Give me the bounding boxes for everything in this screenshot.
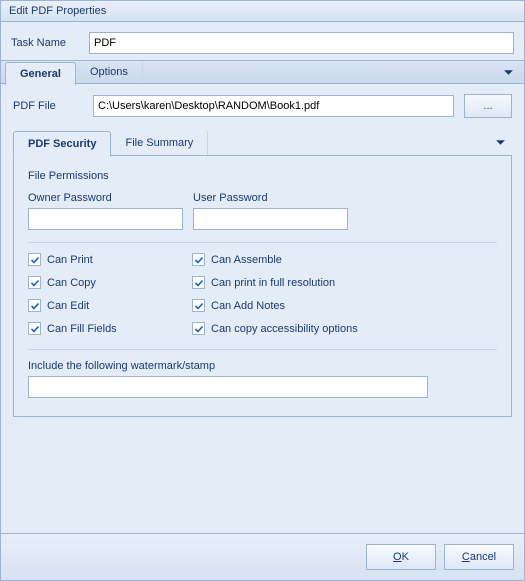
password-row: Owner Password User Password — [28, 192, 497, 230]
ok-button[interactable]: OK — [366, 544, 436, 570]
watermark-label: Include the following watermark/stamp — [28, 360, 497, 372]
checkbox-label: Can Copy — [47, 277, 96, 289]
checkbox-can-assemble[interactable]: Can Assemble — [192, 253, 412, 266]
owner-password-label: Owner Password — [28, 192, 183, 204]
checkbox-label: Can Add Notes — [211, 300, 285, 312]
checkbox-label: Can Fill Fields — [47, 323, 117, 335]
watermark-row: Include the following watermark/stamp — [28, 360, 497, 398]
pdf-file-input[interactable] — [93, 95, 454, 117]
user-password-input[interactable] — [193, 208, 348, 230]
tabs-dropdown-icon[interactable] — [497, 63, 520, 82]
check-icon — [28, 276, 41, 289]
permissions-grid: Can Print Can Assemble Can Copy Can prin… — [28, 253, 497, 335]
checkbox-label: Can Assemble — [211, 254, 282, 266]
dialog-footer: OK Cancel — [1, 533, 524, 580]
owner-password-input[interactable] — [28, 208, 183, 230]
checkbox-can-edit[interactable]: Can Edit — [28, 299, 188, 312]
tab-body: PDF File ... PDF Security File Summary F… — [1, 84, 524, 533]
file-permissions-label: File Permissions — [28, 170, 497, 182]
separator — [28, 242, 497, 243]
cancel-button[interactable]: Cancel — [444, 544, 514, 570]
user-password-label: User Password — [193, 192, 348, 204]
checkbox-can-print[interactable]: Can Print — [28, 253, 188, 266]
tab-general[interactable]: General — [5, 62, 76, 85]
task-name-input[interactable] — [89, 32, 514, 54]
task-name-row: Task Name — [1, 22, 524, 60]
checkbox-can-fill-fields[interactable]: Can Fill Fields — [28, 322, 188, 335]
tab-pdf-security[interactable]: PDF Security — [13, 131, 111, 157]
checkbox-can-add-notes[interactable]: Can Add Notes — [192, 299, 412, 312]
checkbox-can-copy-accessibility[interactable]: Can copy accessibility options — [192, 322, 412, 335]
check-icon — [192, 253, 205, 266]
checkbox-can-print-full[interactable]: Can print in full resolution — [192, 276, 412, 289]
title-text: Edit PDF Properties — [9, 5, 106, 17]
main-tabs: General Options — [1, 60, 524, 84]
check-icon — [28, 253, 41, 266]
checkbox-label: Can copy accessibility options — [211, 323, 358, 335]
separator — [28, 349, 497, 350]
browse-button[interactable]: ... — [464, 94, 512, 118]
checkbox-can-copy[interactable]: Can Copy — [28, 276, 188, 289]
tab-options[interactable]: Options — [76, 61, 143, 83]
task-name-label: Task Name — [11, 37, 81, 49]
inner-tabs-dropdown-icon[interactable] — [489, 133, 512, 152]
watermark-input[interactable] — [28, 376, 428, 398]
security-panel: File Permissions Owner Password User Pas… — [13, 156, 512, 417]
check-icon — [192, 322, 205, 335]
tab-file-summary[interactable]: File Summary — [111, 131, 208, 155]
title-bar: Edit PDF Properties — [1, 1, 524, 22]
pdf-file-label: PDF File — [13, 100, 83, 112]
check-icon — [28, 322, 41, 335]
dialog-edit-pdf-properties: Edit PDF Properties Task Name General Op… — [0, 0, 525, 581]
checkbox-label: Can Print — [47, 254, 93, 266]
check-icon — [192, 276, 205, 289]
pdf-file-row: PDF File ... — [13, 94, 512, 118]
checkbox-label: Can print in full resolution — [211, 277, 335, 289]
check-icon — [28, 299, 41, 312]
inner-tabs: PDF Security File Summary — [13, 130, 512, 156]
checkbox-label: Can Edit — [47, 300, 89, 312]
check-icon — [192, 299, 205, 312]
